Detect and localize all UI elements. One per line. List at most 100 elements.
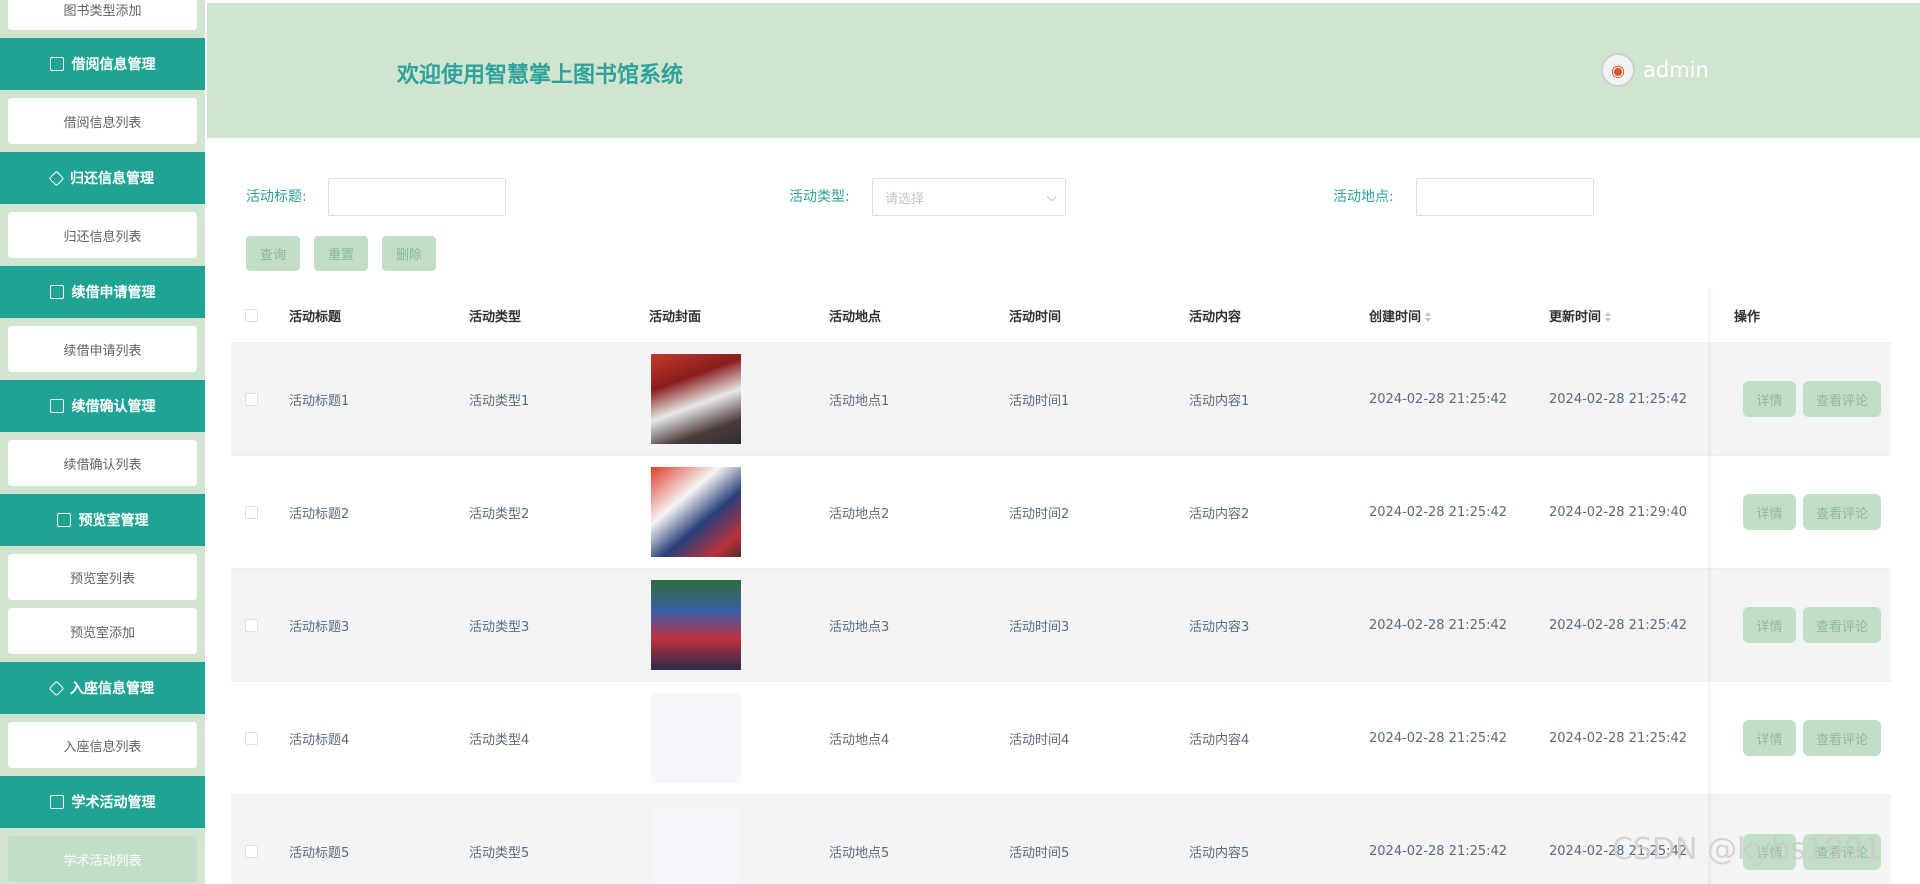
reset-button[interactable]: 重置 [314, 236, 368, 271]
cell-updated: 2024-02-28 21:25:42 [1549, 617, 1688, 633]
sidebar-item-label: 学术活动列表 [63, 853, 142, 869]
detail-button[interactable]: 详情 [1743, 720, 1796, 756]
sidebar-item-seat-list[interactable]: 入座信息列表 [8, 722, 197, 768]
sidebar-group-renew-confirm[interactable]: 续借确认管理 [0, 380, 205, 432]
table-row: 活动标题1 活动类型1 活动地点1 活动时间1 活动内容1 2024-02-28… [231, 343, 1891, 456]
sidebar-group-label: 入座信息管理 [70, 681, 154, 697]
sidebar-item-book-type-add[interactable]: 图书类型添加 [8, 0, 197, 30]
chart-icon [49, 285, 64, 299]
sidebar-item-renew-confirm-list[interactable]: 续借确认列表 [8, 440, 197, 486]
sidebar-item-renew-apply-list[interactable]: 续借申请列表 [8, 326, 197, 372]
activity-cover-image[interactable] [651, 693, 741, 783]
avatar[interactable]: ◉ [1601, 53, 1635, 87]
cell-type: 活动类型3 [469, 619, 530, 635]
edit-icon [49, 795, 64, 809]
activity-cover-image[interactable] [651, 580, 741, 670]
row-checkbox[interactable] [245, 731, 258, 745]
edit-icon [56, 513, 71, 527]
sort-icon[interactable] [1425, 312, 1432, 322]
sidebar-group-seat[interactable]: 入座信息管理 [0, 662, 205, 714]
cell-created: 2024-02-28 21:25:42 [1369, 391, 1508, 407]
cell-type: 活动类型1 [469, 393, 530, 409]
column-header: 活动类型 [469, 309, 522, 325]
activity-cover-image[interactable] [651, 467, 741, 557]
search-place-input[interactable] [1416, 178, 1594, 216]
user-menu[interactable]: ◉ admin [1601, 53, 1709, 87]
view-comments-button[interactable]: 查看评论 [1803, 381, 1881, 417]
sidebar-item-label: 续借申请列表 [63, 343, 142, 359]
sidebar-item-label: 入座信息列表 [63, 739, 142, 755]
detail-button[interactable]: 详情 [1743, 381, 1796, 417]
cell-created: 2024-02-28 21:25:42 [1369, 617, 1508, 633]
cell-created: 2024-02-28 21:25:42 [1369, 844, 1508, 859]
column-header-label: 更新时间 [1549, 309, 1602, 325]
search-type-label: 活动类型: [789, 189, 850, 205]
cell-type: 活动类型2 [469, 506, 530, 522]
sort-icon[interactable] [1605, 312, 1612, 322]
view-comments-button[interactable]: 查看评论 [1803, 720, 1881, 756]
sidebar: 图书类型添加 借阅信息管理 借阅信息列表 归还信息管理 归还信息列表 续借申请管… [0, 0, 205, 884]
cell-created: 2024-02-28 21:25:42 [1369, 504, 1508, 520]
row-checkbox[interactable] [245, 618, 258, 632]
sidebar-group-borrow[interactable]: 借阅信息管理 [0, 38, 205, 90]
sidebar-group-return[interactable]: 归还信息管理 [0, 152, 205, 204]
diamond-icon [48, 170, 65, 186]
fixed-column-shadow [1708, 288, 1714, 884]
sidebar-group-label: 续借确认管理 [71, 399, 156, 415]
sidebar-group-label: 学术活动管理 [71, 795, 156, 811]
header: 欢迎使用智慧掌上图书馆系统 ◉ admin [207, 3, 1920, 138]
column-header-sortable[interactable]: 更新时间 [1549, 306, 1612, 325]
sidebar-item-label: 归还信息列表 [63, 229, 142, 245]
cell-content: 活动内容5 [1189, 846, 1250, 861]
column-header-sortable[interactable]: 创建时间 [1369, 306, 1432, 325]
column-header: 活动时间 [1009, 309, 1062, 325]
sidebar-item-label: 预览室添加 [69, 625, 135, 641]
sidebar-group-renew-apply[interactable]: 续借申请管理 [0, 266, 205, 318]
main-content: 活动标题: 活动类型: 请选择 活动地点: 查询 重置 删除 活动标题 活动类型… [213, 146, 1920, 884]
row-checkbox[interactable] [245, 392, 258, 406]
activity-cover-image[interactable] [651, 806, 741, 884]
search-title-label: 活动标题: [246, 189, 307, 205]
search-title-input[interactable] [328, 178, 506, 216]
sidebar-item-label: 预览室列表 [69, 571, 135, 587]
view-comments-button[interactable]: 查看评论 [1803, 607, 1881, 643]
sidebar-item-reading-room-list[interactable]: 预览室列表 [8, 554, 197, 600]
detail-button[interactable]: 详情 [1743, 607, 1796, 643]
detail-button[interactable]: 详情 [1743, 494, 1796, 530]
cell-place: 活动地点1 [829, 393, 890, 409]
delete-button[interactable]: 删除 [382, 236, 436, 271]
cell-content: 活动内容3 [1189, 619, 1250, 635]
cell-updated: 2024-02-28 21:25:42 [1549, 391, 1688, 407]
chevron-down-icon [1046, 191, 1057, 202]
sidebar-item-activity-list[interactable]: 学术活动列表 [8, 836, 197, 882]
row-checkbox[interactable] [245, 505, 258, 519]
cell-type: 活动类型4 [469, 732, 530, 748]
cell-time: 活动时间1 [1009, 393, 1070, 409]
query-button[interactable]: 查询 [246, 236, 300, 271]
sidebar-item-label: 续借确认列表 [63, 457, 142, 473]
cell-title: 活动标题1 [289, 393, 350, 409]
view-comments-button[interactable]: 查看评论 [1803, 494, 1881, 530]
column-header: 活动封面 [649, 309, 702, 325]
select-all-checkbox[interactable] [245, 308, 258, 322]
row-checkbox[interactable] [245, 845, 258, 858]
username[interactable]: admin [1643, 58, 1709, 82]
table-header: 活动标题 活动类型 活动封面 活动地点 活动时间 活动内容 创建时间 更新时间 … [231, 288, 1891, 343]
search-type-select[interactable]: 请选择 [872, 178, 1066, 216]
check-doc-icon [49, 399, 64, 413]
column-header: 活动地点 [829, 309, 882, 325]
sidebar-item-borrow-list[interactable]: 借阅信息列表 [8, 98, 197, 144]
sidebar-group-label: 续借申请管理 [71, 285, 156, 301]
sidebar-item-return-list[interactable]: 归还信息列表 [8, 212, 197, 258]
diamond-icon [48, 680, 65, 696]
sidebar-group-reading-room[interactable]: 预览室管理 [0, 494, 205, 546]
cell-time: 活动时间5 [1009, 846, 1070, 861]
sidebar-item-reading-room-add[interactable]: 预览室添加 [8, 608, 197, 654]
table-row: 活动标题2 活动类型2 活动地点2 活动时间2 活动内容2 2024-02-28… [231, 456, 1891, 569]
search-place-label: 活动地点: [1333, 189, 1394, 205]
sidebar-item-label: 借阅信息列表 [63, 115, 142, 131]
select-placeholder: 请选择 [885, 191, 925, 207]
cell-place: 活动地点2 [829, 506, 890, 522]
sidebar-group-activity[interactable]: 学术活动管理 [0, 776, 205, 828]
activity-cover-image[interactable] [651, 354, 741, 444]
